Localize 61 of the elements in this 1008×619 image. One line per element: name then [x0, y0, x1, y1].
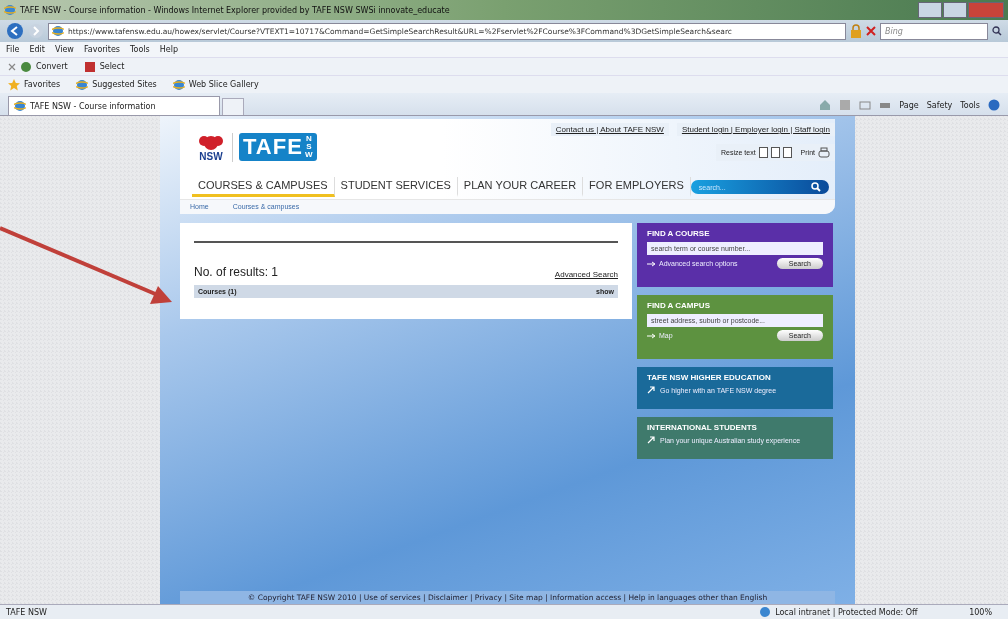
new-tab-button[interactable] — [222, 98, 244, 115]
advanced-search-link[interactable]: Advanced Search — [554, 270, 618, 279]
font-size-icon — [782, 147, 792, 158]
nav-tab[interactable]: STUDENT SERVICES — [334, 177, 458, 197]
panel-title: TAFE NSW HIGHER EDUCATION — [647, 373, 772, 382]
favorites-item[interactable]: Suggested Sites — [92, 80, 157, 89]
close-icon — [8, 62, 16, 71]
zone-text: Local intranet | Protected Mode: Off — [775, 607, 919, 617]
logo-subtext: NSW — [304, 135, 313, 159]
panel-title: FIND A COURSE — [647, 229, 711, 238]
maximize-button[interactable] — [943, 2, 967, 18]
page-icon — [76, 78, 89, 91]
toolbar-menu[interactable]: Tools — [960, 100, 980, 110]
panel-title: FIND A CAMPUS — [647, 301, 711, 310]
arrow-icon — [647, 436, 655, 444]
minimize-button[interactable] — [918, 2, 942, 18]
browser-tab[interactable]: TAFE NSW - Course information — [8, 96, 220, 115]
results-count: No. of results: 1 — [194, 265, 279, 279]
arrow-icon — [647, 260, 656, 267]
status-text: TAFE NSW — [6, 607, 47, 617]
arrow-icon — [647, 386, 655, 394]
favorites-item[interactable]: Web Slice Gallery — [188, 80, 259, 89]
back-icon — [6, 22, 24, 40]
gov-logo-text: NSW — [199, 150, 223, 162]
page-icon — [172, 78, 185, 91]
toolbar-menu[interactable]: Safety — [926, 100, 953, 110]
search-placeholder: Bing — [885, 26, 903, 36]
star-icon — [8, 78, 20, 91]
nav-tab[interactable]: FOR EMPLOYERS — [583, 177, 691, 197]
toolbar-button[interactable]: Select — [99, 62, 125, 71]
zoom-control[interactable]: 100% — [969, 607, 992, 617]
menu-item[interactable]: Help — [159, 45, 178, 54]
mail-icon — [859, 99, 872, 111]
search-icon — [992, 26, 1002, 36]
toolbar-menu[interactable]: Page — [899, 100, 919, 110]
toolbar-button[interactable]: Convert — [36, 62, 68, 71]
page-icon — [14, 100, 26, 112]
tab-title: TAFE NSW - Course information — [30, 101, 156, 111]
search-field[interactable]: Bing — [880, 22, 988, 40]
menu-item[interactable]: View — [54, 45, 74, 54]
page-icon — [52, 25, 64, 37]
lock-icon — [850, 24, 862, 38]
header-links[interactable]: Contact us | About TAFE NSW — [550, 123, 669, 136]
nav-tab[interactable]: PLAN YOUR CAREER — [457, 177, 584, 197]
panel-title: INTERNATIONAL STUDENTS — [647, 423, 758, 432]
browser-icon — [4, 4, 16, 16]
header-links[interactable]: Student login | Employer login | Staff login — [676, 123, 835, 136]
arrow-icon — [647, 332, 656, 339]
window-title: TAFE NSW - Course information - Windows Internet Explorer provided by TAFE NSW SWSi innovate_educate — [20, 5, 450, 15]
menu-item[interactable]: Favorites — [83, 45, 120, 54]
font-size-icon — [770, 147, 780, 158]
favorites-item[interactable]: Favorites — [24, 80, 61, 89]
search-icon — [811, 182, 821, 192]
forward-icon — [28, 23, 44, 39]
menu-item[interactable]: Edit — [29, 45, 45, 54]
menu-item[interactable]: File — [6, 45, 20, 54]
logo-text: TAFE — [243, 135, 303, 159]
menu-item[interactable]: Tools — [130, 45, 150, 54]
close-icon — [866, 26, 876, 36]
home-icon — [819, 99, 832, 111]
font-size-icon — [758, 147, 768, 158]
